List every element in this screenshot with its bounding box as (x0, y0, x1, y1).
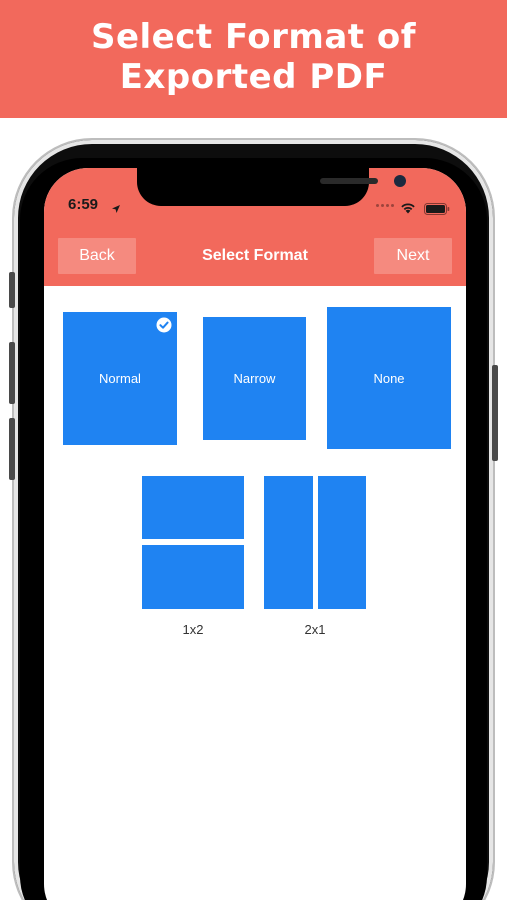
wifi-icon (400, 199, 416, 218)
speaker-grille (320, 178, 378, 184)
status-time: 6:59 (68, 196, 99, 213)
banner-title-line-2: Exported PDF (119, 57, 388, 97)
format-label-normal: Normal (99, 371, 141, 386)
power-button (492, 365, 498, 461)
banner-title-line-1: Select Format of (90, 17, 417, 57)
volume-down-button (9, 418, 15, 480)
format-label-narrow: Narrow (233, 371, 276, 386)
location-arrow-icon (111, 199, 121, 218)
layout-pane-left (264, 476, 313, 609)
layout-pane-bottom (142, 545, 244, 609)
app-header: 6:59 Back Select Format Next (44, 168, 466, 286)
format-option-none[interactable]: None (327, 307, 451, 449)
page-title: Select Format (202, 247, 308, 264)
format-option-normal[interactable]: Normal (63, 312, 177, 445)
layout-pane-right (318, 476, 366, 609)
next-button[interactable]: Next (374, 238, 452, 274)
front-camera (394, 175, 406, 187)
phone-screen: 6:59 Back Select Format Next Normal Narr… (44, 168, 466, 900)
mute-switch (9, 272, 15, 308)
format-option-narrow[interactable]: Narrow (203, 317, 306, 440)
format-label-2x1: 2x1 (304, 622, 326, 637)
layout-pane-top (142, 476, 244, 539)
format-label-none: None (373, 370, 405, 386)
volume-up-button (9, 342, 15, 404)
back-button[interactable]: Back (58, 238, 136, 274)
format-label-1x2: 1x2 (182, 622, 204, 637)
battery-icon (424, 200, 450, 219)
notch (137, 168, 406, 206)
checkmark-icon (156, 317, 172, 336)
format-option-2x1[interactable] (264, 476, 366, 609)
cellular-dots-icon (376, 204, 394, 207)
promo-banner: Select Format of Exported PDF (0, 0, 507, 118)
format-option-1x2[interactable] (142, 476, 244, 609)
